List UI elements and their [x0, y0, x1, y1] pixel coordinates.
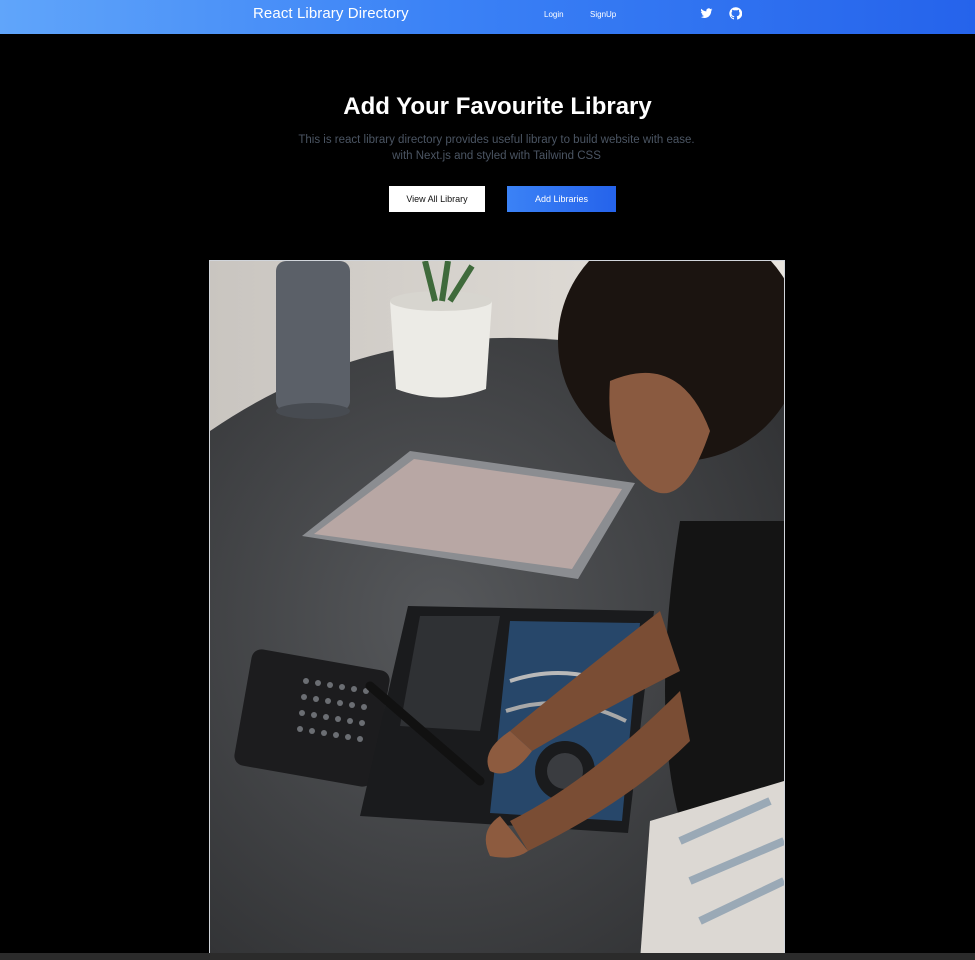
twitter-icon[interactable]	[700, 7, 713, 20]
hero-title: Add Your Favourite Library	[343, 93, 652, 120]
login-link[interactable]: Login	[544, 10, 564, 19]
hero-description-line1: This is react library directory provides…	[298, 134, 695, 146]
add-libraries-button[interactable]: Add Libraries	[507, 186, 616, 212]
github-icon[interactable]	[729, 7, 742, 20]
brand-title[interactable]: React Library Directory	[253, 5, 409, 22]
hero-image	[209, 260, 785, 960]
hero-photo-illustration	[210, 261, 784, 960]
view-all-library-button[interactable]: View All Library	[389, 186, 485, 212]
signup-link[interactable]: SignUp	[590, 10, 616, 19]
hero-description: This is react library directory provides…	[0, 132, 975, 164]
horizontal-scrollbar[interactable]	[0, 953, 975, 960]
hero-description-line2: with Next.js and styled with Tailwind CS…	[392, 150, 601, 162]
navbar: React Library Directory Login SignUp	[0, 0, 975, 34]
